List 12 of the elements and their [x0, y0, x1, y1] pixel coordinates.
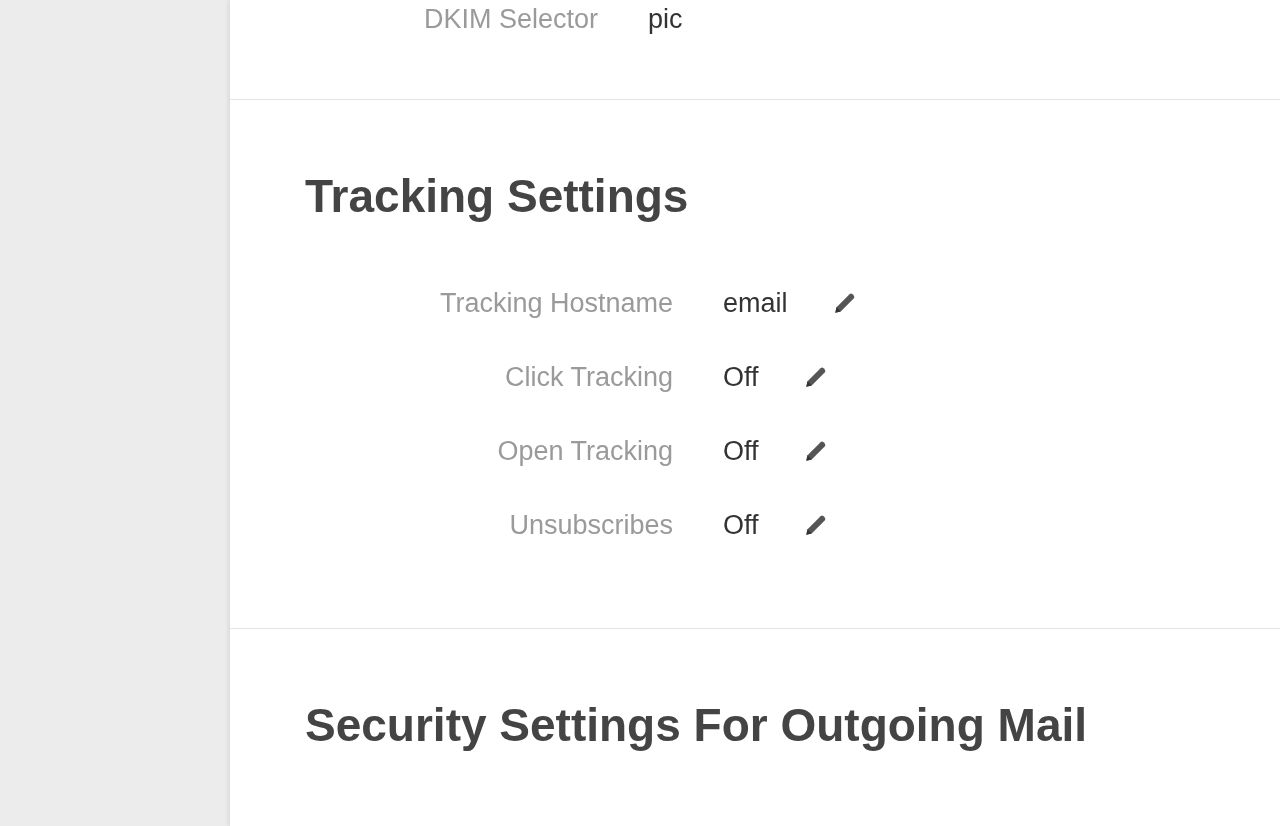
section-heading: Security Settings For Outgoing Mail — [305, 698, 1089, 753]
field-value: email — [723, 287, 788, 319]
field-label: Unsubscribes — [508, 509, 673, 541]
field-value: Off — [723, 435, 759, 467]
field-value: Off — [723, 509, 759, 541]
field-value: pic — [648, 4, 683, 35]
field-label: DKIM Selector — [422, 4, 598, 35]
field-label: Tracking Hostname — [438, 287, 673, 319]
section-heading: Tracking Settings — [305, 169, 690, 224]
field-label: Click Tracking — [503, 361, 673, 393]
field-label: Open Tracking — [496, 435, 673, 467]
field-value: Off — [723, 361, 759, 393]
